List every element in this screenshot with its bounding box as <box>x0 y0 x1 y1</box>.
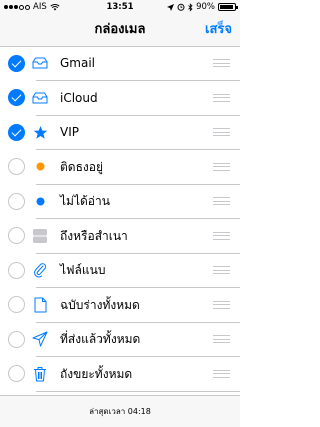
trash-icon <box>32 366 48 382</box>
bluetooth-icon <box>188 2 193 12</box>
mailbox-label: ไม่ได้อ่าน <box>60 194 110 208</box>
done-button[interactable]: เสร็จ <box>205 14 232 46</box>
reorder-handle-icon[interactable] <box>213 93 230 105</box>
checkbox-checked[interactable] <box>8 89 25 106</box>
mailbox-label: ไฟล์แนบ <box>60 263 106 277</box>
inbox-tray-icon <box>32 55 48 71</box>
document-icon <box>32 297 48 313</box>
checkbox-checked[interactable] <box>8 123 25 141</box>
inbox-tray-icon <box>32 90 48 106</box>
reorder-handle-icon[interactable] <box>213 335 230 346</box>
blue-dot-icon <box>32 193 48 209</box>
checkbox-unchecked[interactable] <box>8 261 25 279</box>
orange-dot-icon <box>32 159 48 175</box>
navigation-bar: กล่องเมล เสร็จ <box>0 14 240 47</box>
location-arrow-icon <box>167 3 175 11</box>
mailbox-label: VIP <box>60 125 79 139</box>
to-cc-icon <box>32 228 48 244</box>
mailbox-label: iCloud <box>60 90 98 105</box>
mailbox-row[interactable]: VIP <box>0 115 240 150</box>
checkbox-unchecked[interactable] <box>8 227 25 244</box>
mailbox-row[interactable]: ไม่ได้อ่าน <box>0 184 240 219</box>
checkbox-checked[interactable] <box>8 54 25 72</box>
status-bar: AIS 13:51 90% <box>0 0 240 14</box>
reorder-handle-icon[interactable] <box>213 59 230 70</box>
reorder-handle-icon[interactable] <box>213 197 230 208</box>
mailbox-label: ที่ส่งแล้วทั้งหมด <box>60 332 141 346</box>
mailbox-label: ฉบับร่างทั้งหมด <box>60 297 140 312</box>
status-right: 90% <box>167 0 238 14</box>
reorder-handle-icon[interactable] <box>213 128 230 139</box>
reorder-handle-icon[interactable] <box>213 266 230 277</box>
checkbox-unchecked[interactable] <box>8 296 25 313</box>
mailbox-label: Gmail <box>60 56 96 70</box>
alarm-clock-icon <box>177 3 185 11</box>
reorder-handle-icon[interactable] <box>213 300 230 312</box>
reorder-handle-icon[interactable] <box>213 162 230 174</box>
mailbox-row[interactable]: ไฟล์แนบ <box>0 253 240 288</box>
paperclip-icon <box>32 262 48 278</box>
mailbox-row[interactable]: ถังขยะทั้งหมด <box>0 357 240 392</box>
mailbox-row[interactable]: Gmail <box>0 46 240 81</box>
mailbox-row[interactable]: ที่ส่งแล้วทั้งหมด <box>0 322 240 357</box>
bottom-toolbar: ล่าสุดเวลา 04:18 <box>0 395 240 427</box>
checkbox-unchecked[interactable] <box>8 365 25 382</box>
checkbox-unchecked[interactable] <box>8 158 25 175</box>
mailbox-list: Gmail iCloud VIP ติดธงอยู่ไม่ได้อ่านถึงหรือ… <box>0 46 240 391</box>
mailbox-row[interactable]: ถึงหรือสำเนา <box>0 219 240 254</box>
mailbox-row[interactable]: ฉบับร่างทั้งหมด <box>0 288 240 323</box>
mailbox-row[interactable]: ติดธงอยู่ <box>0 150 240 185</box>
battery-percent: 90% <box>196 2 215 12</box>
star-icon <box>32 124 48 140</box>
checkbox-unchecked[interactable] <box>8 330 25 348</box>
mailbox-label: ถึงหรือสำเนา <box>60 228 128 243</box>
mailbox-label: ติดธงอยู่ <box>60 159 104 174</box>
mailbox-row[interactable]: iCloud <box>0 81 240 116</box>
battery-icon <box>218 3 238 11</box>
checkbox-unchecked[interactable] <box>8 192 25 210</box>
last-updated-text: ล่าสุดเวลา 04:18 <box>89 407 151 416</box>
mailbox-label: ถังขยะทั้งหมด <box>60 366 133 381</box>
page-title: กล่องเมล <box>94 22 146 37</box>
paper-plane-icon <box>32 331 48 347</box>
reorder-handle-icon[interactable] <box>213 231 230 243</box>
reorder-handle-icon[interactable] <box>213 369 230 381</box>
